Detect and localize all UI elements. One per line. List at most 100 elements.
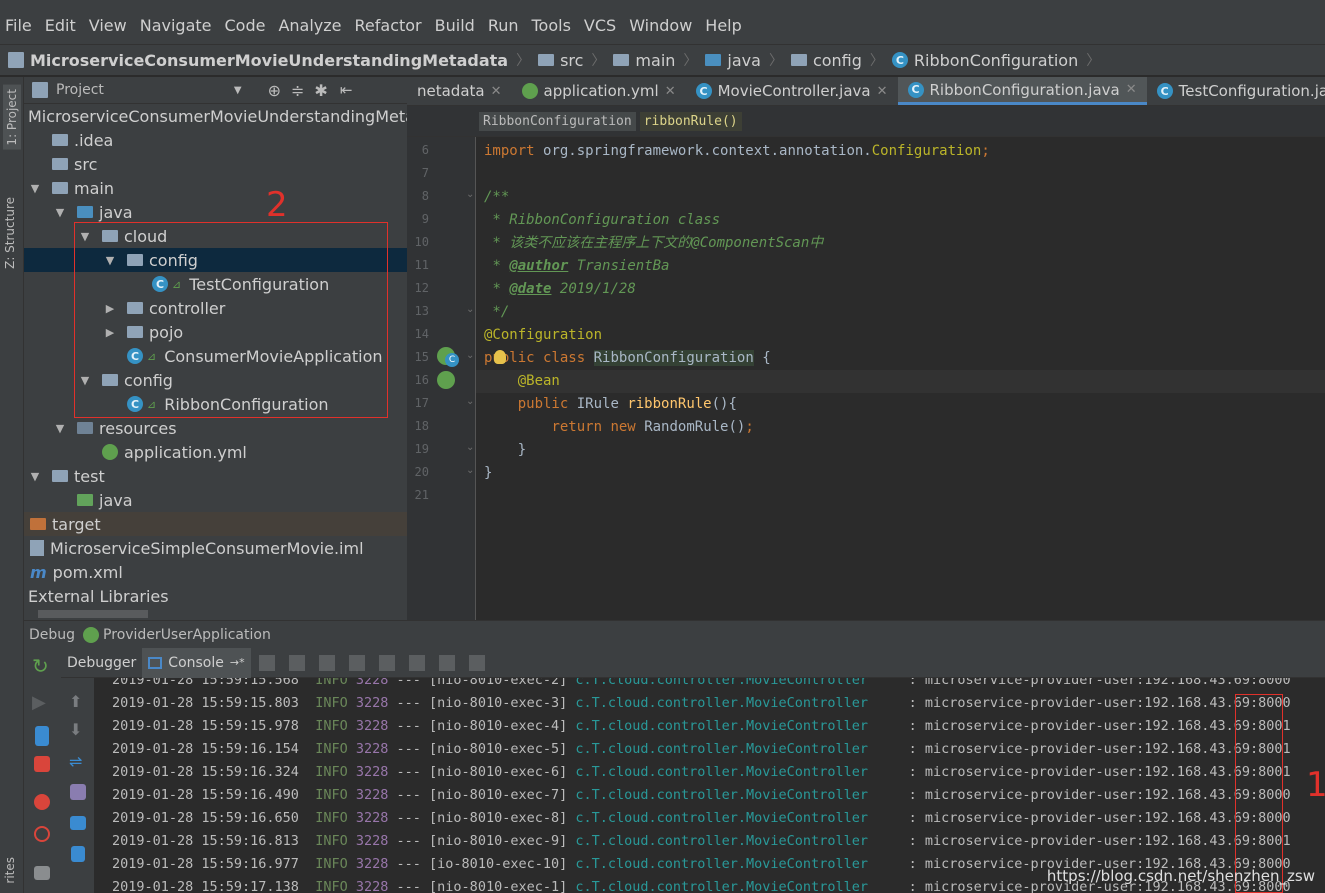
breadcrumb-config[interactable]: config — [790, 51, 862, 70]
console-output[interactable]: 2019-01-28 15:59:15.568 INFO 3228 --- [n… — [94, 678, 1325, 893]
menu-help[interactable]: Help — [700, 16, 749, 35]
drop-frame-icon[interactable] — [408, 654, 425, 671]
menu-navigate[interactable]: Navigate — [135, 16, 220, 35]
close-icon[interactable]: ✕ — [665, 84, 676, 99]
tree-item[interactable]: MicroserviceConsumerMovieUnderstandingMe… — [24, 104, 407, 128]
breadcrumb-main[interactable]: main — [613, 51, 675, 70]
tree-item[interactable]: ▼ test — [24, 464, 407, 488]
chevron-down-icon[interactable]: ▼ — [28, 182, 42, 195]
tree-item[interactable]: ▶ controller — [24, 296, 407, 320]
resume-icon[interactable]: ▶ — [32, 692, 52, 713]
soft-wrap-icon[interactable]: ⇌ — [69, 752, 89, 772]
tree-item[interactable]: target — [24, 512, 407, 536]
breadcrumb-java[interactable]: java — [705, 51, 761, 70]
mute-breakpoints-icon[interactable] — [34, 826, 50, 842]
chevron-down-icon[interactable]: ▼ — [78, 374, 92, 387]
tree-item[interactable]: src — [24, 152, 407, 176]
show-execution-point-icon[interactable] — [258, 654, 275, 671]
arrow-up-icon[interactable]: ⬆ — [69, 692, 89, 712]
menu-analyze[interactable]: Analyze — [273, 16, 349, 35]
tree-item[interactable]: application.yml — [24, 440, 407, 464]
chevron-right-icon[interactable]: ▶ — [103, 302, 117, 315]
print-icon[interactable] — [70, 816, 86, 830]
pause-icon[interactable] — [35, 726, 49, 746]
run-to-cursor-icon[interactable] — [438, 654, 455, 671]
trash-icon[interactable] — [71, 846, 85, 862]
menu-run[interactable]: Run — [483, 16, 527, 35]
chevron-down-icon[interactable]: ▼ — [103, 254, 117, 267]
step-out-icon[interactable] — [378, 654, 395, 671]
editor-tab[interactable]: C RibbonConfiguration.java ✕ — [897, 77, 1147, 105]
menu-build[interactable]: Build — [430, 16, 483, 35]
tree-item[interactable]: ▼ main — [24, 176, 407, 200]
tree-item[interactable]: ▼ config — [24, 368, 407, 392]
bean-method-gutter-icon[interactable] — [437, 371, 455, 389]
editor-tab[interactable]: C TestConfiguration.java — [1147, 77, 1325, 105]
tree-item[interactable]: .idea — [24, 128, 407, 152]
menu-view[interactable]: View — [84, 16, 135, 35]
structure-tool-tab[interactable]: Z: Structure — [3, 197, 17, 269]
close-icon[interactable]: ✕ — [491, 84, 502, 99]
tree-item[interactable]: ▼ resources — [24, 416, 407, 440]
chevron-down-icon[interactable]: ▼ — [78, 230, 92, 243]
editor-crumb-class[interactable]: RibbonConfiguration — [479, 111, 636, 131]
chevron-right-icon[interactable]: ▶ — [103, 326, 117, 339]
close-icon[interactable]: ✕ — [1126, 82, 1137, 97]
editor-tab[interactable]: C MovieController.java ✕ — [686, 77, 898, 105]
project-tool-tab[interactable]: 1: Project — [3, 85, 21, 150]
fold-marker-icon[interactable]: ⌄ — [466, 396, 474, 407]
editor-tab[interactable]: application.yml ✕ — [512, 77, 686, 105]
tree-item[interactable]: m pom.xml — [24, 560, 407, 584]
lightbulb-icon[interactable] — [494, 350, 506, 364]
tree-item[interactable]: java — [24, 488, 407, 512]
tree-item[interactable]: ▼ config — [24, 248, 407, 272]
stop-icon[interactable] — [34, 756, 50, 772]
evaluate-expression-icon[interactable] — [468, 654, 485, 671]
fold-marker-icon[interactable]: ⌄ — [466, 465, 474, 476]
tree-item[interactable]: ▼ cloud — [24, 224, 407, 248]
tree-item[interactable]: ▶ pojo — [24, 320, 407, 344]
menu-tools[interactable]: Tools — [527, 16, 579, 35]
tree-item[interactable]: C ⊿ RibbonConfiguration — [24, 392, 407, 416]
camera-icon[interactable] — [34, 866, 50, 880]
arrow-down-icon[interactable]: ⬇ — [69, 720, 89, 740]
favorites-tool-tab[interactable]: rites — [3, 857, 17, 884]
tree-item[interactable]: ▼ java — [24, 200, 407, 224]
fold-marker-icon[interactable]: ⌄ — [466, 442, 474, 453]
menu-refactor[interactable]: Refactor — [350, 16, 430, 35]
tree-item[interactable]: External Libraries — [24, 584, 407, 608]
tree-item[interactable]: C ⊿ ConsumerMovieApplication — [24, 344, 407, 368]
fold-marker-icon[interactable]: ⌄ — [466, 189, 474, 200]
chevron-down-icon[interactable]: ▼ — [53, 422, 67, 435]
breadcrumb-src[interactable]: src — [538, 51, 583, 70]
editor-crumb-method[interactable]: ribbonRule() — [639, 111, 742, 131]
project-view-selector[interactable]: Project — [56, 82, 104, 98]
collapse-all-icon[interactable]: ≑ — [291, 81, 304, 100]
step-into-icon[interactable] — [318, 654, 335, 671]
tab-console[interactable]: Console →* — [142, 647, 251, 678]
menu-edit[interactable]: Edit — [40, 16, 84, 35]
rerun-icon[interactable]: ↻ — [32, 656, 52, 676]
menu-file[interactable]: File — [0, 16, 40, 35]
close-icon[interactable]: ✕ — [877, 84, 888, 99]
editor-tab[interactable]: netadata ✕ — [407, 77, 512, 105]
tab-debugger[interactable]: Debugger — [61, 648, 142, 678]
fold-marker-icon[interactable]: ⌄ — [466, 304, 474, 315]
menu-vcs[interactable]: VCS — [579, 16, 624, 35]
locate-icon[interactable]: ⊕ — [268, 81, 281, 100]
chevron-down-icon[interactable]: ▼ — [28, 470, 42, 483]
tree-item[interactable]: C ⊿ TestConfiguration — [24, 272, 407, 296]
menu-window[interactable]: Window — [624, 16, 700, 35]
hide-panel-icon[interactable]: ⇤ — [340, 81, 353, 99]
chevron-down-icon[interactable]: ▼ — [53, 206, 67, 219]
step-over-icon[interactable] — [288, 654, 305, 671]
view-breakpoints-icon[interactable] — [34, 794, 50, 810]
breadcrumb-class[interactable]: C RibbonConfiguration — [891, 51, 1078, 70]
tree-item[interactable]: MicroserviceSimpleConsumerMovie.iml — [24, 536, 407, 560]
scroll-to-end-icon[interactable] — [70, 784, 86, 800]
breadcrumb-project[interactable]: MicroserviceConsumerMovieUnderstandingMe… — [8, 51, 508, 70]
restore-layout-icon[interactable]: →* — [230, 656, 245, 669]
menu-code[interactable]: Code — [220, 16, 274, 35]
horizontal-scrollbar[interactable] — [38, 610, 148, 618]
chevron-down-icon[interactable]: ▼ — [234, 85, 242, 96]
